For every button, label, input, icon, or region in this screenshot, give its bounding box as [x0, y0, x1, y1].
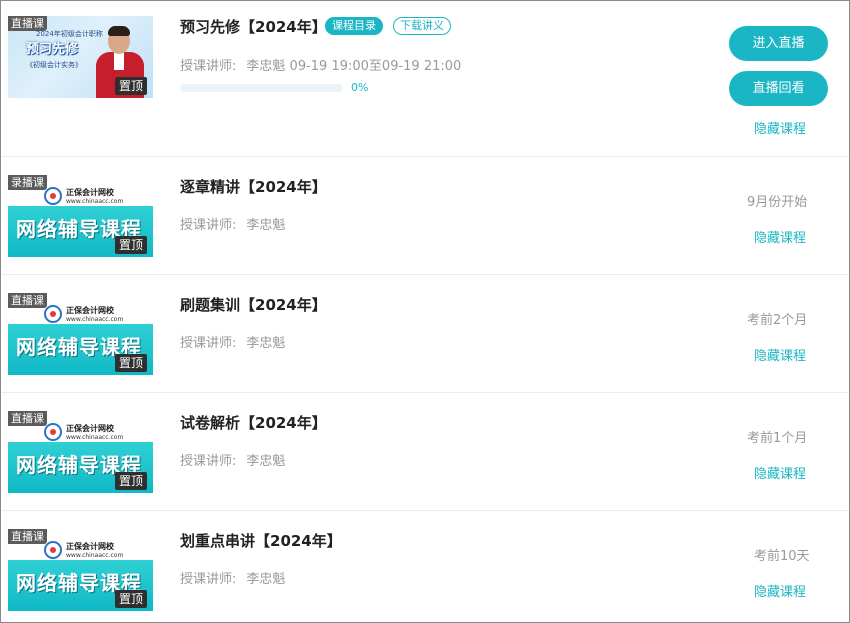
school-url: www.chinaacc.com — [66, 198, 124, 205]
hide-course-link[interactable]: 隐藏课程 — [754, 227, 806, 246]
school-brand: 正保会计网校 — [66, 306, 114, 315]
teacher-name: 李忠魁 — [246, 454, 286, 469]
school-url: www.chinaacc.com — [66, 316, 124, 323]
enter-live-button[interactable]: 进入直播 — [729, 26, 828, 61]
hide-course-link[interactable]: 隐藏课程 — [754, 345, 806, 364]
hide-course-link[interactable]: 隐藏课程 — [754, 118, 806, 137]
course-title[interactable]: 预习先修【2024年】 — [180, 16, 327, 37]
live-replay-button[interactable]: 直播回看 — [729, 71, 828, 106]
course-type-badge: 录播课 — [8, 175, 47, 190]
teacher-info: 授课讲师: 李忠魁 — [180, 214, 285, 233]
course-item: 正保会计网校 www.chinaacc.com 网络辅导课程 直播课 置顶 划重… — [2, 511, 849, 622]
progress-percentage: 0% — [351, 81, 369, 94]
course-title[interactable]: 划重点串讲【2024年】 — [180, 530, 342, 551]
course-thumbnail[interactable]: 2024年初级会计职称 预习先修 《初级会计实务》 直播课 置顶 — [8, 16, 153, 98]
download-notes-button[interactable]: 下载讲义 — [393, 17, 451, 35]
pin-badge: 置顶 — [114, 236, 147, 254]
course-catalog-button[interactable]: 课程目录 — [325, 17, 383, 35]
course-type-badge: 直播课 — [8, 293, 47, 308]
course-item: 正保会计网校 www.chinaacc.com 网络辅导课程 直播课 置顶 试卷… — [2, 393, 849, 511]
pin-badge: 置顶 — [114, 472, 147, 490]
course-start-status: 考前2个月 — [747, 313, 808, 328]
school-logo-icon — [44, 305, 62, 323]
teacher-info: 授课讲师: 李忠魁 09-19 19:00至09-19 21:00 — [180, 55, 461, 74]
course-thumbnail[interactable]: 正保会计网校 www.chinaacc.com 网络辅导课程 录播课 置顶 — [8, 175, 153, 257]
school-brand: 正保会计网校 — [66, 542, 114, 551]
progress-bar — [180, 84, 343, 92]
teacher-name: 李忠魁 — [246, 336, 286, 351]
teacher-label: 授课讲师: — [180, 218, 237, 233]
teacher-name: 李忠魁 — [246, 218, 286, 233]
course-type-badge: 直播课 — [8, 411, 47, 426]
teacher-name: 李忠魁 — [246, 59, 286, 74]
course-start-status: 考前1个月 — [747, 431, 808, 446]
teacher-label: 授课讲师: — [180, 572, 237, 587]
teacher-info: 授课讲师: 李忠魁 — [180, 450, 285, 469]
teacher-label: 授课讲师: — [180, 59, 237, 74]
pin-badge: 置顶 — [114, 77, 147, 95]
course-item: 2024年初级会计职称 预习先修 《初级会计实务》 直播课 置顶 预习先修【20… — [2, 2, 849, 157]
course-type-badge: 直播课 — [8, 16, 47, 31]
thumbnail-subtitle-text: 《初级会计实务》 — [26, 61, 82, 69]
course-title[interactable]: 试卷解析【2024年】 — [180, 412, 327, 433]
course-type-badge: 直播课 — [8, 529, 47, 544]
school-url: www.chinaacc.com — [66, 552, 124, 559]
teacher-info: 授课讲师: 李忠魁 — [180, 332, 285, 351]
course-thumbnail[interactable]: 正保会计网校 www.chinaacc.com 网络辅导课程 直播课 置顶 — [8, 411, 153, 493]
course-start-status: 考前10天 — [754, 549, 810, 564]
course-start-status: 9月份开始 — [747, 195, 808, 210]
school-logo-icon — [44, 187, 62, 205]
teacher-info: 授课讲师: 李忠魁 — [180, 568, 285, 587]
teacher-label: 授课讲师: — [180, 454, 237, 469]
school-logo-icon — [44, 541, 62, 559]
pin-badge: 置顶 — [114, 354, 147, 372]
course-title[interactable]: 刷题集训【2024年】 — [180, 294, 327, 315]
course-item: 正保会计网校 www.chinaacc.com 网络辅导课程 录播课 置顶 逐章… — [2, 157, 849, 275]
course-thumbnail[interactable]: 正保会计网校 www.chinaacc.com 网络辅导课程 直播课 置顶 — [8, 529, 153, 611]
teacher-label: 授课讲师: — [180, 336, 237, 351]
hide-course-link[interactable]: 隐藏课程 — [754, 463, 806, 482]
thumbnail-title-text: 预习先修 — [26, 42, 79, 57]
pin-badge: 置顶 — [114, 590, 147, 608]
teacher-name: 李忠魁 — [246, 572, 286, 587]
hide-course-link[interactable]: 隐藏课程 — [754, 581, 806, 600]
course-schedule: 09-19 19:00至09-19 21:00 — [289, 59, 462, 74]
school-url: www.chinaacc.com — [66, 434, 124, 441]
school-brand: 正保会计网校 — [66, 424, 114, 433]
course-list-panel: 2024年初级会计职称 预习先修 《初级会计实务》 直播课 置顶 预习先修【20… — [0, 0, 850, 623]
course-item: 正保会计网校 www.chinaacc.com 网络辅导课程 直播课 置顶 刷题… — [2, 275, 849, 393]
course-title[interactable]: 逐章精讲【2024年】 — [180, 176, 327, 197]
school-logo-icon — [44, 423, 62, 441]
school-brand: 正保会计网校 — [66, 188, 114, 197]
course-thumbnail[interactable]: 正保会计网校 www.chinaacc.com 网络辅导课程 直播课 置顶 — [8, 293, 153, 375]
